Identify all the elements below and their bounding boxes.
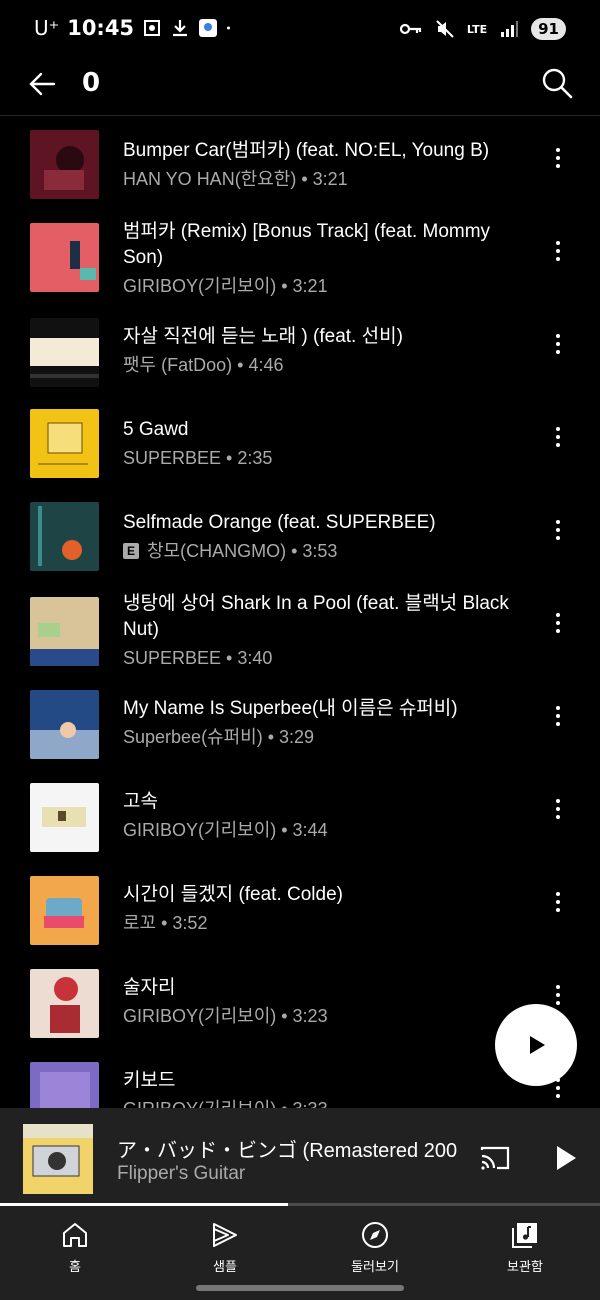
nav-label: 홈: [69, 1260, 81, 1275]
album-art: [30, 223, 99, 292]
track-title: 냉탕에 상어 Shark In a Pool (feat. 블랙넛 Black …: [123, 593, 509, 640]
album-art: [30, 969, 99, 1038]
track-row[interactable]: 범퍼카 (Remix) [Bonus Track] (feat. Mommy S…: [0, 209, 600, 302]
download-icon: [173, 20, 188, 37]
track-row[interactable]: 시간이 들겠지 (feat. Colde) 로꼬 • 3:52: [0, 860, 600, 953]
more-options-icon[interactable]: [546, 330, 570, 370]
track-row[interactable]: Selfmade Orange (feat. SUPERBEE) E 창모(CHA…: [0, 488, 600, 581]
search-query[interactable]: 0: [82, 68, 100, 98]
explore-icon: [362, 1222, 388, 1248]
track-subtitle: GIRIBOY(기리보이) • 3:44: [123, 817, 528, 843]
search-icon[interactable]: [540, 66, 574, 100]
screenshot-icon: [144, 20, 161, 36]
signal-icon: [501, 21, 519, 37]
track-title: 범퍼카 (Remix) [Bonus Track] (feat. Mommy S…: [123, 221, 491, 268]
track-artist-duration: GIRIBOY(기리보이) • 3:44: [123, 820, 328, 840]
home-icon: [63, 1223, 87, 1247]
battery-indicator: 91: [531, 18, 566, 40]
mini-player[interactable]: ア・バッド・ビンゴ (Remastered 2006 Flipper's Gui…: [0, 1108, 600, 1206]
track-title: Bumper Car(범퍼카) (feat. NO:EL, Young B): [123, 140, 490, 161]
more-options-icon[interactable]: [546, 237, 570, 277]
track-row[interactable]: 자살 직전에 듣는 노래 ) (feat. 선비) 팻두 (FatDoo) • …: [0, 302, 600, 395]
more-options-icon[interactable]: [546, 795, 570, 835]
track-subtitle: Superbee(슈퍼비) • 3:29: [123, 724, 528, 750]
cast-icon[interactable]: [478, 1141, 512, 1175]
album-art: [30, 876, 99, 945]
track-title: 술자리: [123, 977, 176, 998]
track-subtitle: 로꼬 • 3:52: [123, 910, 528, 936]
maps-app-icon: [199, 19, 218, 37]
track-artist-duration: GIRIBOY(기리보이) • 3:21: [123, 276, 328, 296]
track-title: 5 Gawd: [123, 419, 189, 440]
nav-label: 샘플: [213, 1260, 237, 1275]
now-playing-artist: Flipper's Guitar: [117, 1163, 246, 1184]
track-subtitle: E 창모(CHANGMO) • 3:53: [123, 538, 528, 564]
nav-home[interactable]: 홈: [0, 1206, 150, 1300]
album-art: [30, 1062, 99, 1108]
network-type: LTE: [466, 22, 488, 36]
nav-library[interactable]: 보관함: [450, 1206, 600, 1300]
track-row[interactable]: 5 Gawd SUPERBEE • 2:35: [0, 395, 600, 488]
clock: 10:45: [67, 16, 135, 40]
track-subtitle: GIRIBOY(기리보이) • 3:21: [123, 273, 528, 299]
more-options-icon[interactable]: [546, 423, 570, 463]
now-playing-art: [23, 1124, 93, 1194]
album-art: [30, 130, 99, 199]
album-art: [30, 318, 99, 387]
track-artist-duration: 로꼬 • 3:52: [123, 913, 208, 933]
nav-label: 보관함: [507, 1260, 543, 1275]
samples-icon: [213, 1223, 237, 1247]
status-bar: U⁺ 10:45 LTE 91: [0, 0, 600, 60]
track-row[interactable]: My Name Is Superbee(내 이름은 슈퍼비) Superbee(…: [0, 674, 600, 767]
more-options-icon[interactable]: [546, 516, 570, 556]
library-icon: [512, 1223, 537, 1248]
track-title: 자살 직전에 듣는 노래 ) (feat. 선비): [123, 326, 403, 347]
track-artist-duration: GIRIBOY(기리보이) • 3:33: [123, 1096, 328, 1108]
more-options-icon[interactable]: [546, 609, 570, 649]
notification-dot-icon: [227, 26, 231, 30]
track-title: Selfmade Orange (feat. SUPERBEE): [123, 512, 436, 533]
now-playing-title: ア・バッド・ビンゴ (Remastered 2006: [117, 1140, 457, 1162]
play-icon: [530, 1036, 545, 1054]
album-art: [30, 409, 99, 478]
back-arrow-icon[interactable]: [24, 66, 60, 102]
track-artist-duration: SUPERBEE • 2:35: [123, 448, 273, 468]
nav-label: 둘러보기: [351, 1260, 399, 1275]
vpn-key-icon: [399, 23, 422, 35]
album-art: [30, 597, 99, 666]
album-art: [30, 690, 99, 759]
track-artist-duration: 팻두 (FatDoo) • 4:46: [123, 355, 284, 375]
track-artist-duration: 창모(CHANGMO) • 3:53: [147, 541, 338, 561]
home-indicator[interactable]: [196, 1285, 404, 1291]
track-title: 고속: [123, 791, 158, 812]
explicit-badge: E: [123, 543, 139, 559]
track-title: My Name Is Superbee(내 이름은 슈퍼비): [123, 698, 458, 719]
track-artist-duration: Superbee(슈퍼비) • 3:29: [123, 727, 315, 747]
track-row[interactable]: 냉탕에 상어 Shark In a Pool (feat. 블랙넛 Black …: [0, 581, 600, 674]
track-subtitle: SUPERBEE • 2:35: [123, 445, 528, 471]
track-title: 키보드: [123, 1070, 176, 1091]
play-all-button[interactable]: [495, 1004, 577, 1086]
track-subtitle: GIRIBOY(기리보이) • 3:23: [123, 1003, 528, 1029]
more-options-icon[interactable]: [546, 702, 570, 742]
mini-play-icon[interactable]: [548, 1141, 582, 1175]
app-header: 0: [0, 60, 600, 116]
more-options-icon[interactable]: [546, 888, 570, 928]
track-subtitle: SUPERBEE • 3:40: [123, 645, 528, 671]
track-row[interactable]: 고속 GIRIBOY(기리보이) • 3:44: [0, 767, 600, 860]
track-subtitle: 팻두 (FatDoo) • 4:46: [123, 352, 528, 378]
track-subtitle: HAN YO HAN(한요한) • 3:21: [123, 166, 528, 192]
track-artist-duration: GIRIBOY(기리보이) • 3:23: [123, 1006, 328, 1026]
track-artist-duration: SUPERBEE • 3:40: [123, 648, 273, 668]
track-subtitle: GIRIBOY(기리보이) • 3:33: [123, 1096, 528, 1108]
mute-icon: [436, 20, 454, 38]
track-artist-duration: HAN YO HAN(한요한) • 3:21: [123, 169, 348, 189]
album-art: [30, 783, 99, 852]
album-art: [30, 502, 99, 571]
more-options-icon[interactable]: [546, 144, 570, 184]
track-row[interactable]: Bumper Car(범퍼카) (feat. NO:EL, Young B) H…: [0, 116, 600, 209]
track-list: Bumper Car(범퍼카) (feat. NO:EL, Young B) H…: [0, 116, 600, 1108]
track-title: 시간이 들겠지 (feat. Colde): [123, 884, 343, 905]
carrier-label: U⁺: [34, 16, 60, 40]
